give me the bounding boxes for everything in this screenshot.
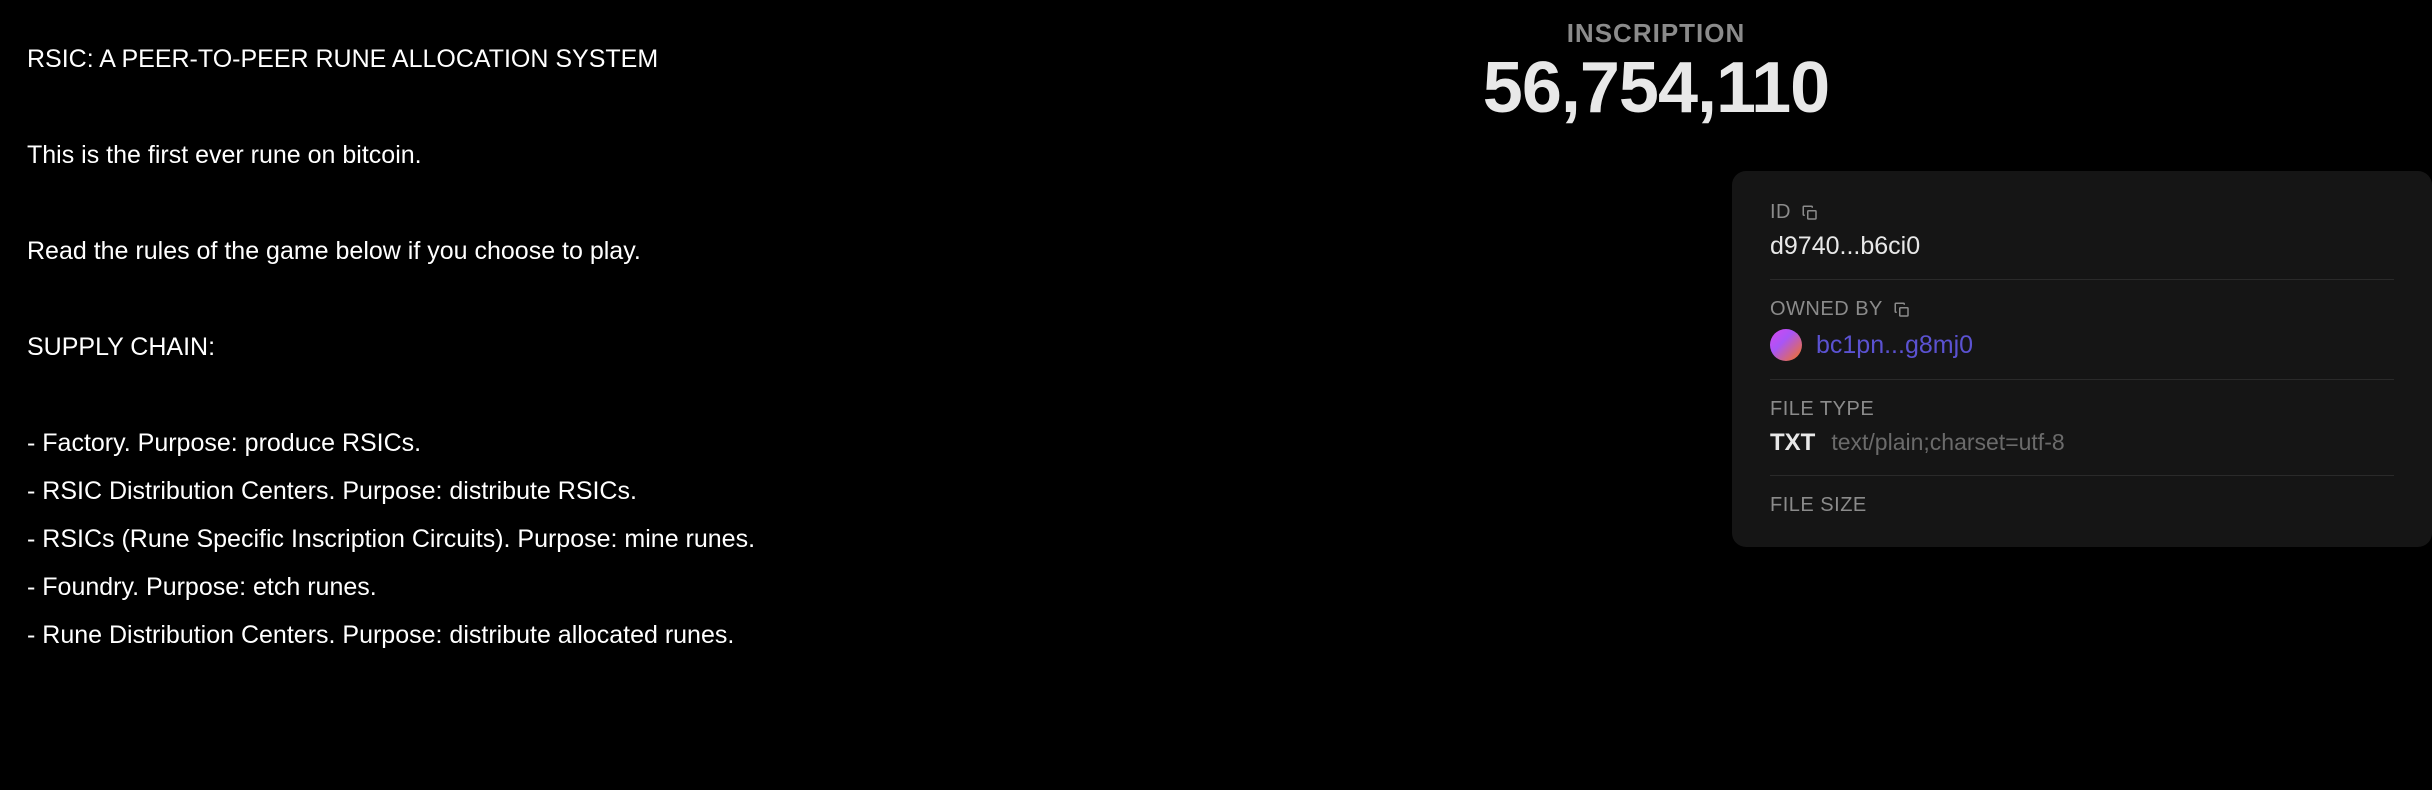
owned-by-label: OWNED BY — [1770, 298, 1883, 321]
content-intro-1: This is the first ever rune on bitcoin. — [27, 131, 880, 179]
copy-icon[interactable] — [1893, 301, 1911, 319]
content-panel: RSIC: A PEER-TO-PEER RUNE ALLOCATION SYS… — [0, 0, 880, 790]
owned-by-label-row: OWNED BY — [1770, 298, 2394, 321]
inscription-number: 56,754,110 — [1483, 47, 1829, 129]
avatar — [1770, 329, 1802, 361]
file-size-label: FILE SIZE — [1770, 494, 2394, 517]
file-type-mime: text/plain;charset=utf-8 — [1831, 429, 2064, 456]
details-card: ID d9740...b6ci0 OWNED BY — [1732, 171, 2432, 547]
metadata-panel: INSCRIPTION 56,754,110 ID d9740...b6ci0 … — [880, 0, 2432, 790]
file-type-label: FILE TYPE — [1770, 398, 2394, 421]
content-title: RSIC: A PEER-TO-PEER RUNE ALLOCATION SYS… — [27, 35, 880, 83]
owner-link[interactable]: bc1pn...g8mj0 — [1816, 331, 1973, 360]
owner-value-row: bc1pn...g8mj0 — [1770, 329, 2394, 361]
file-type-badge: TXT — [1770, 429, 1815, 457]
detail-row-file-type: FILE TYPE TXT text/plain;charset=utf-8 — [1770, 380, 2394, 476]
list-item: - Factory. Purpose: produce RSICs. — [27, 419, 880, 467]
id-label: ID — [1770, 201, 1791, 224]
content-intro-2: Read the rules of the game below if you … — [27, 227, 880, 275]
list-item: - RSIC Distribution Centers. Purpose: di… — [27, 467, 880, 515]
id-value: d9740...b6ci0 — [1770, 232, 2394, 261]
content-section-header: SUPPLY CHAIN: — [27, 323, 880, 371]
detail-row-file-size: FILE SIZE — [1770, 476, 2394, 517]
list-item: - RSICs (Rune Specific Inscription Circu… — [27, 515, 880, 563]
detail-row-owner: OWNED BY bc1pn...g8mj0 — [1770, 280, 2394, 380]
id-label-row: ID — [1770, 201, 2394, 224]
detail-row-id: ID d9740...b6ci0 — [1770, 201, 2394, 280]
file-type-value-row: TXT text/plain;charset=utf-8 — [1770, 429, 2394, 457]
list-item: - Foundry. Purpose: etch runes. — [27, 563, 880, 611]
inscription-label: INSCRIPTION — [1567, 18, 1746, 49]
copy-icon[interactable] — [1801, 204, 1819, 222]
list-item: - Rune Distribution Centers. Purpose: di… — [27, 611, 880, 659]
